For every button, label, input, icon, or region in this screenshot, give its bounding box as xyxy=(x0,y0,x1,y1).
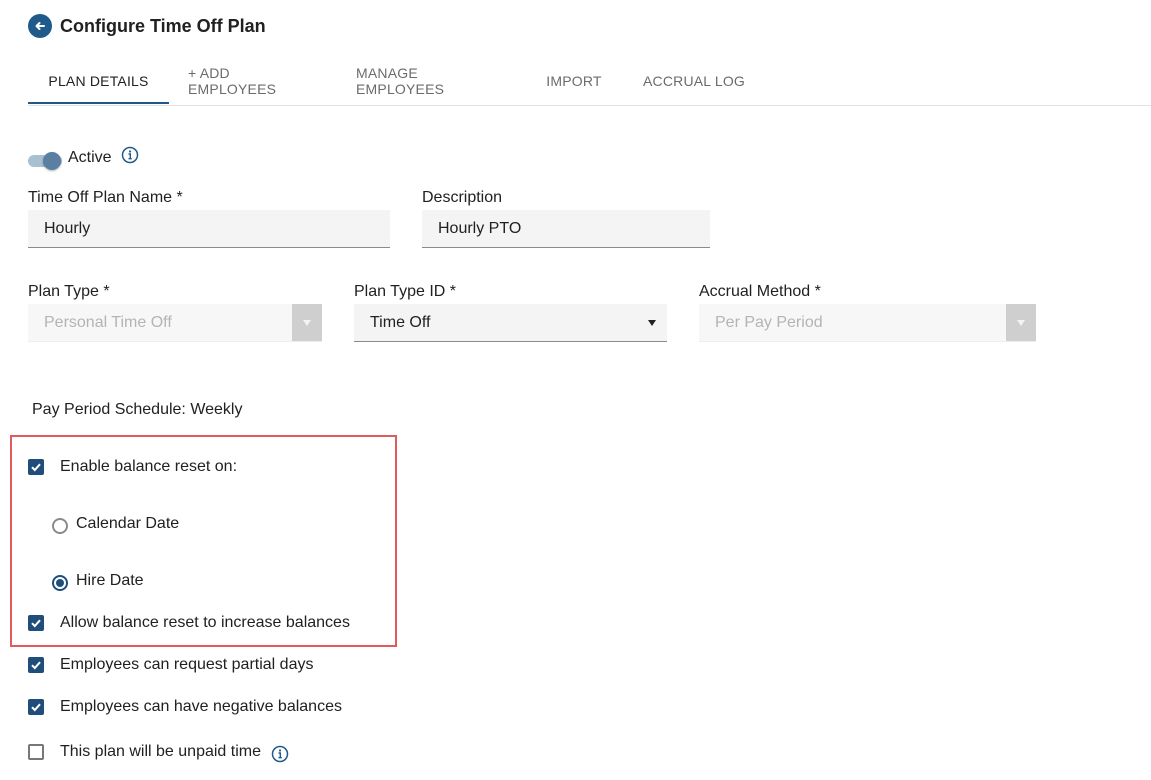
chevron-down-icon xyxy=(1006,304,1036,341)
hire-date-label: Hire Date xyxy=(76,572,144,589)
tab-plan-details[interactable]: PLAN DETAILS xyxy=(28,58,169,104)
arrow-left-icon xyxy=(35,22,45,30)
accrual-method-select: Per Pay Period xyxy=(699,304,1036,342)
checkmark-icon xyxy=(31,619,41,628)
negative-balances-checkbox[interactable] xyxy=(28,699,44,715)
enable-balance-reset-checkbox[interactable] xyxy=(28,459,44,475)
calendar-date-radio[interactable] xyxy=(52,518,68,534)
tab-manage-employees[interactable]: MANAGE EMPLOYEES xyxy=(356,58,506,104)
plan-type-label: Plan Type * xyxy=(28,283,110,300)
partial-days-label: Employees can request partial days xyxy=(60,656,314,673)
active-toggle-label: Active xyxy=(68,149,112,166)
tab-import[interactable]: IMPORT xyxy=(542,58,606,104)
partial-days-checkbox[interactable] xyxy=(28,657,44,673)
plan-type-id-select[interactable]: Time Off xyxy=(354,304,667,342)
checkmark-icon xyxy=(31,463,41,472)
plan-type-select: Personal Time Off xyxy=(28,304,322,342)
plan-type-value: Personal Time Off xyxy=(44,313,172,331)
active-tab-indicator xyxy=(28,102,169,104)
calendar-date-label: Calendar Date xyxy=(76,515,180,532)
tab-add-employees[interactable]: + ADD EMPLOYEES xyxy=(188,58,320,104)
plan-type-id-label: Plan Type ID * xyxy=(354,283,456,300)
chevron-down-icon xyxy=(648,320,656,326)
accrual-method-value: Per Pay Period xyxy=(715,313,823,331)
page-title: Configure Time Off Plan xyxy=(60,15,266,36)
description-label: Description xyxy=(422,189,503,206)
enable-balance-reset-label: Enable balance reset on: xyxy=(60,458,238,475)
info-icon[interactable] xyxy=(121,146,139,164)
tab-accrual-log[interactable]: ACCRUAL LOG xyxy=(642,58,746,104)
allow-increase-label: Allow balance reset to increase balances xyxy=(60,614,350,631)
hire-date-radio[interactable] xyxy=(52,575,68,591)
active-toggle[interactable] xyxy=(28,152,64,174)
plan-name-input[interactable] xyxy=(28,210,390,248)
pay-period-schedule: Pay Period Schedule: Weekly xyxy=(32,401,243,418)
toggle-thumb xyxy=(43,152,61,170)
checkmark-icon xyxy=(31,703,41,712)
plan-type-id-value: Time Off xyxy=(370,313,431,331)
unpaid-time-checkbox[interactable] xyxy=(28,744,44,760)
allow-increase-checkbox[interactable] xyxy=(28,615,44,631)
accrual-method-label: Accrual Method * xyxy=(699,283,821,300)
back-button[interactable] xyxy=(28,14,52,38)
page-header: Configure Time Off Plan xyxy=(28,14,266,38)
info-icon[interactable] xyxy=(271,745,289,763)
checkmark-icon xyxy=(31,661,41,670)
unpaid-time-label: This plan will be unpaid time xyxy=(60,743,261,760)
plan-name-label: Time Off Plan Name * xyxy=(28,189,183,206)
tab-bar: PLAN DETAILS + ADD EMPLOYEES MANAGE EMPL… xyxy=(28,58,1151,106)
chevron-down-icon xyxy=(292,304,322,341)
negative-balances-label: Employees can have negative balances xyxy=(60,698,342,715)
description-input[interactable] xyxy=(422,210,710,248)
